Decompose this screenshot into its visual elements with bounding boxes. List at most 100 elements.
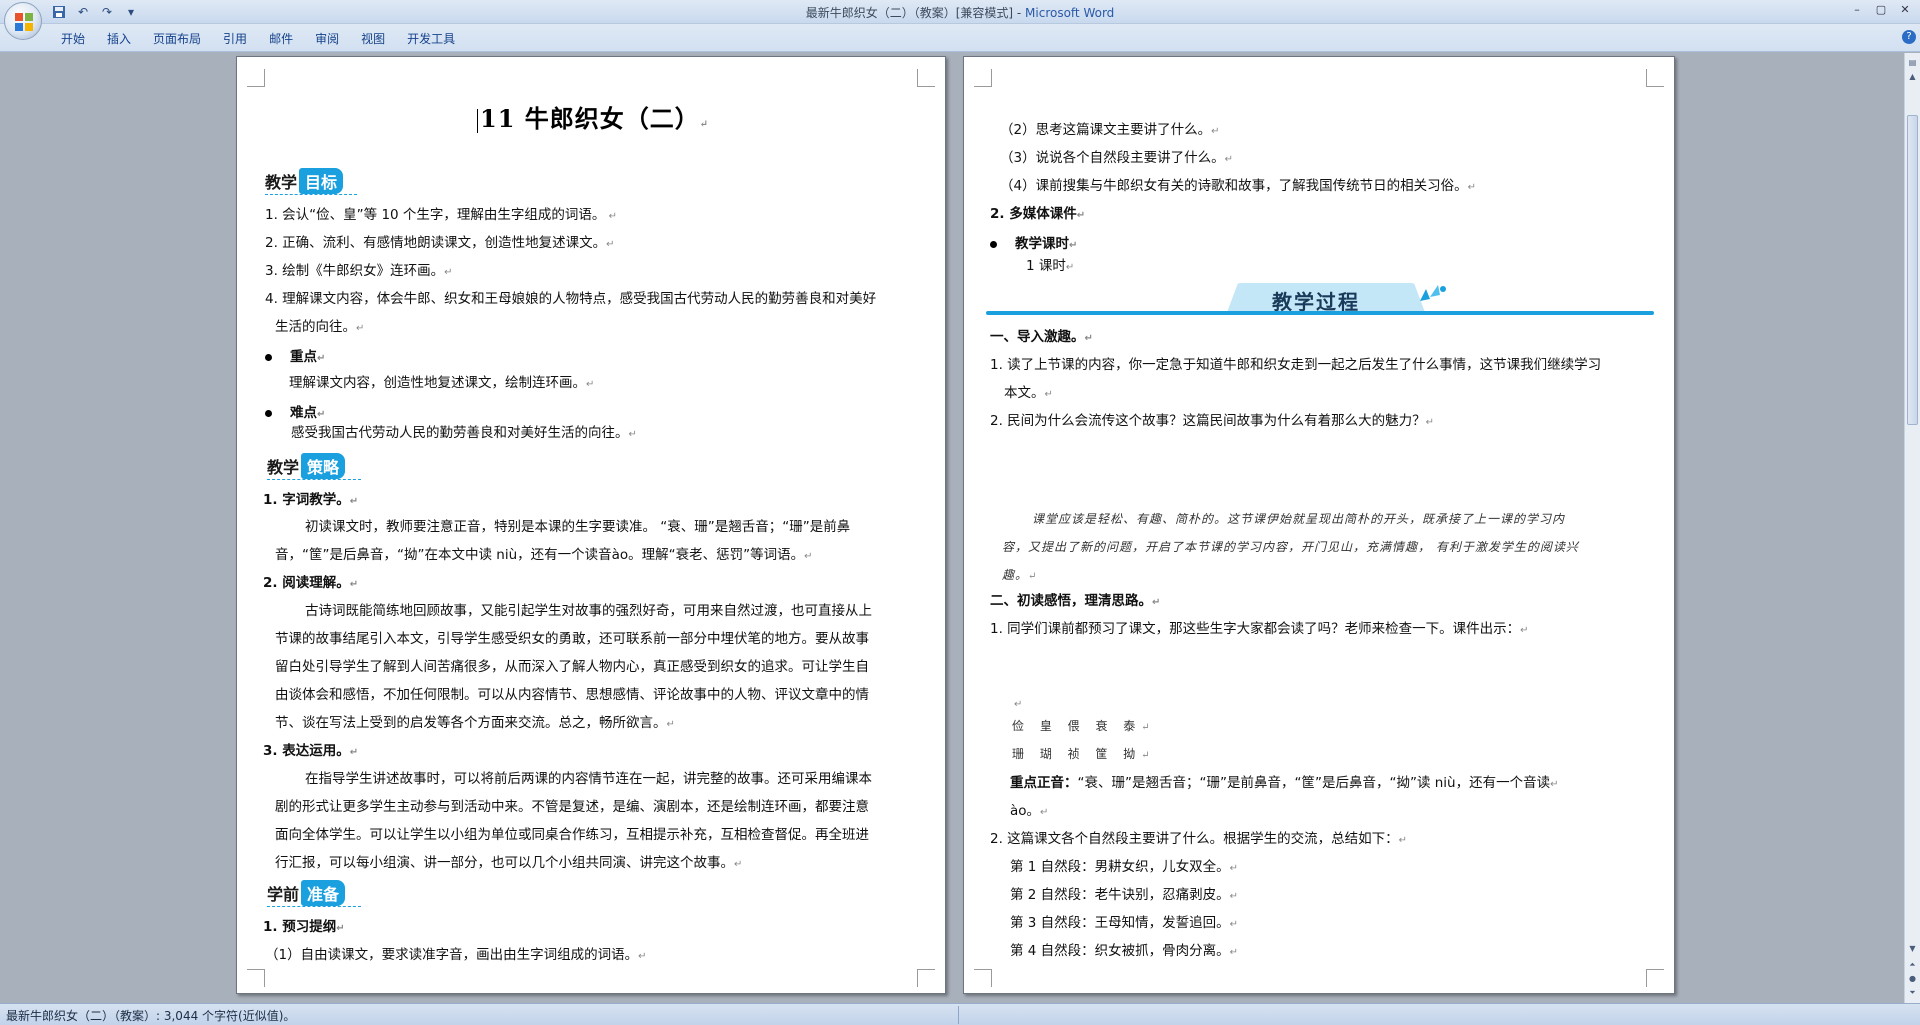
- document-title: 最新牛郎织女（二）（教案）[兼容模式]: [805, 6, 1014, 20]
- dashed-underline: [267, 479, 361, 480]
- media-title: 2. 多媒体课件↵: [990, 206, 1086, 222]
- teaching-note: 趣。↵: [1002, 568, 1038, 582]
- strategy-line: 行汇报，可以每小组演、讲一部分，也可以几个小组共同演、讲完这个故事。↵: [275, 855, 743, 871]
- pronunciation-line: 重点正音：“衰、珊”是翘舌音；“珊”是前鼻音，“筐”是后鼻音，“拗”读 niù，…: [1010, 775, 1559, 791]
- tab-view[interactable]: 视图: [350, 28, 396, 49]
- maximize-button[interactable]: ▢: [1870, 2, 1892, 18]
- section-heading-text: 学前: [267, 885, 300, 904]
- pronunciation-line: ào。↵: [1010, 803, 1049, 819]
- strategy-line: 留白处引导学生了解到人间苦痛很多，从而深入了解人物内心，真正感受到织女的追求。可…: [275, 659, 869, 675]
- scroll-down-icon[interactable]: ▼: [1907, 943, 1918, 954]
- key-point-text: 理解课文内容，创造性地复述课文，绘制连环画。↵: [289, 375, 595, 391]
- office-logo-icon: [15, 13, 33, 31]
- document-workspace[interactable]: 11 牛郎织女（二）↵ 教学 目标 1. 会认“俭、皇”等 10 个生字，理解由…: [0, 53, 1904, 1003]
- tab-home[interactable]: 开始: [50, 28, 96, 49]
- section-heading-text: 教学: [265, 173, 298, 192]
- strategy-line: 音，“筐”是后鼻音，“拗”在本文中读 niù，还有一个读音ào。理解“衰老、惩罚…: [275, 547, 813, 563]
- bullet-icon: [990, 240, 997, 248]
- prep-line: （3）说说各个自然段主要讲了什么。↵: [1000, 150, 1233, 166]
- section-heading-prep: 学前 准备: [267, 879, 361, 907]
- word-count-status[interactable]: 最新牛郎织女（二）（教案）: 3,044 个字符(近似值)。: [6, 1007, 295, 1024]
- app-name: Microsoft Word: [1025, 6, 1115, 20]
- tab-review[interactable]: 审阅: [304, 28, 350, 49]
- strategy-title: 2. 阅读理解。↵: [263, 575, 359, 591]
- window-title: 最新牛郎织女（二）（教案）[兼容模式] - Microsoft Word: [0, 4, 1920, 21]
- body-line: 2. 这篇课文各个自然段主要讲了什么。根据学生的交流，总结如下：↵: [990, 831, 1408, 847]
- strategy-line: 由谈体会和感悟，不加任何限制。可以从内容情节、思想感情、评论故事中的人物、评议文…: [275, 687, 869, 703]
- process-banner: 教学过程: [986, 283, 1654, 317]
- strategy-line: 节、谈在写法上受到的启发等各个方面来交流。总之，畅所欲言。↵: [275, 715, 675, 731]
- strategy-line: 在指导学生讲述故事时，可以将前后两课的内容情节连在一起，讲完整的故事。还可采用编…: [305, 771, 872, 787]
- paragraph-summary: 第 4 自然段：织女被抓，骨肉分离。↵: [1010, 943, 1239, 959]
- section-heading-text: 教学: [267, 458, 300, 477]
- body-line: 本文。↵: [1004, 385, 1053, 401]
- title-bar: ↶ ↷ ▾ 最新牛郎织女（二）（教案）[兼容模式] - Microsoft Wo…: [0, 0, 1920, 40]
- ruler-toggle-icon[interactable]: ▤: [1907, 57, 1918, 68]
- margin-mark: [247, 969, 265, 987]
- next-page-icon[interactable]: ⏷: [1907, 987, 1918, 998]
- section-heading-tag: 策略: [301, 453, 346, 479]
- paragraph-summary: 第 1 自然段：男耕女织，儿女双全。↵: [1010, 859, 1239, 875]
- strategy-line: 面向全体学生。可以让学生以小组为单位或同桌合作练习，互相提示补充，互相检查督促。…: [275, 827, 869, 843]
- window-controls: – ▢ ✕: [1846, 2, 1916, 18]
- difficulty-label: 难点↵: [265, 403, 325, 425]
- strategy-title: 3. 表达运用。↵: [263, 743, 359, 759]
- section-heading-tag: 目标: [299, 168, 344, 194]
- key-point-label: 重点↵: [265, 347, 325, 369]
- body-line: 1. 同学们课前都预习了课文，那这些生字大家都会读了吗？老师来检查一下。课件出示…: [990, 621, 1529, 637]
- vertical-scrollbar[interactable]: ▤ ▲ ▼ ⏶ ● ⏷: [1904, 53, 1920, 1003]
- strategy-title: 1. 字词教学。↵: [263, 492, 359, 508]
- body-line: 1. 读了上节课的内容，你一定急于知道牛郎和织女走到一起之后发生了什么事情，这节…: [990, 357, 1602, 373]
- vocab-row: 珊 瑚 祯 筐 拗↵: [1012, 747, 1156, 761]
- margin-mark: [1646, 969, 1664, 987]
- section-heading-goals: 教学 目标: [265, 167, 357, 195]
- select-browse-object-icon[interactable]: ●: [1907, 973, 1918, 984]
- goal-line: 生活的向往。↵: [275, 319, 365, 335]
- period-label: 教学课时↵: [990, 234, 1077, 256]
- goal-line: 4. 理解课文内容，体会牛郎、织女和王母娘娘的人物特点，感受我国古代劳动人民的勤…: [265, 291, 877, 307]
- prep-line: （2）思考这篇课文主要讲了什么。↵: [1000, 122, 1220, 138]
- goal-line: 1. 会认“俭、皇”等 10 个生字，理解由生字组成的词语。 ↵: [265, 207, 617, 223]
- goal-line: 3. 绘制《牛郎织女》连环画。↵: [265, 263, 453, 279]
- tab-mailings[interactable]: 邮件: [258, 28, 304, 49]
- section-heading-strategy: 教学 策略: [267, 452, 361, 480]
- margin-mark: [1646, 69, 1664, 87]
- margin-mark: [247, 69, 265, 87]
- status-divider: [958, 1006, 959, 1024]
- dashed-underline: [267, 906, 361, 907]
- ribbon: 开始 插入 页面布局 引用 邮件 审阅 视图 开发工具 ?: [0, 24, 1920, 52]
- vocab-row: 俭 皇 偎 衰 泰↵: [1012, 719, 1156, 733]
- close-button[interactable]: ✕: [1894, 2, 1916, 18]
- part-heading: 一、导入激趣。↵: [990, 329, 1093, 345]
- tab-developer[interactable]: 开发工具: [396, 28, 466, 49]
- office-button[interactable]: [4, 2, 42, 40]
- prep-title: 1. 预习提纲↵: [263, 919, 345, 935]
- minimize-button[interactable]: –: [1846, 2, 1868, 18]
- tab-references[interactable]: 引用: [212, 28, 258, 49]
- prep-line: （4）课前搜集与牛郎织女有关的诗歌和故事，了解我国传统节日的相关习俗。↵: [1000, 178, 1476, 194]
- period-value: 1 课时↵: [1026, 258, 1075, 274]
- strategy-line: 剧的形式让更多学生主动参与到活动中来。不管是复述，是编、演剧本，还是绘制连环画，…: [275, 799, 869, 815]
- paragraph-summary: 第 3 自然段：王母知情，发誓追回。↵: [1010, 915, 1239, 931]
- page-2[interactable]: （2）思考这篇课文主要讲了什么。↵ （3）说说各个自然段主要讲了什么。↵ （4）…: [963, 56, 1675, 994]
- body-line: 2. 民间为什么会流传这个故事？这篇民间故事为什么有着那么大的魅力？↵: [990, 413, 1435, 429]
- paragraph-summary: 第 2 自然段：老牛诀别，忍痛剥皮。↵: [1010, 887, 1239, 903]
- part-heading: 二、初读感悟，理清思路。↵: [990, 593, 1161, 609]
- teaching-note: 课堂应该是轻松、有趣、简朴的。这节课伊始就呈现出简朴的开头，既承接了上一课的学习…: [1032, 512, 1566, 526]
- tab-page-layout[interactable]: 页面布局: [142, 28, 212, 49]
- goal-line: 2. 正确、流利、有感情地朗读课文，创造性地复述课文。↵: [265, 235, 615, 251]
- help-icon[interactable]: ?: [1902, 30, 1916, 44]
- page-1[interactable]: 11 牛郎织女（二）↵ 教学 目标 1. 会认“俭、皇”等 10 个生字，理解由…: [236, 56, 946, 994]
- bullet-icon: [265, 353, 272, 361]
- margin-mark: [917, 69, 935, 87]
- previous-page-icon[interactable]: ⏶: [1907, 959, 1918, 970]
- scrollbar-thumb[interactable]: [1907, 115, 1918, 425]
- strategy-line: 节课的故事结尾引入本文，引导学生感受织女的勇敢，还可联系前一部分中埋伏笔的地方。…: [275, 631, 869, 647]
- strategy-line: 初读课文时，教师要注意正音，特别是本课的生字要读准。 “衰、珊”是翘舌音；“珊”…: [305, 519, 851, 535]
- empty-paragraph: ↵: [1014, 699, 1023, 710]
- title-separator: -: [1013, 6, 1026, 20]
- tab-insert[interactable]: 插入: [96, 28, 142, 49]
- splash-icon: [1420, 285, 1446, 301]
- scroll-up-icon[interactable]: ▲: [1907, 71, 1918, 82]
- bullet-icon: [265, 409, 272, 417]
